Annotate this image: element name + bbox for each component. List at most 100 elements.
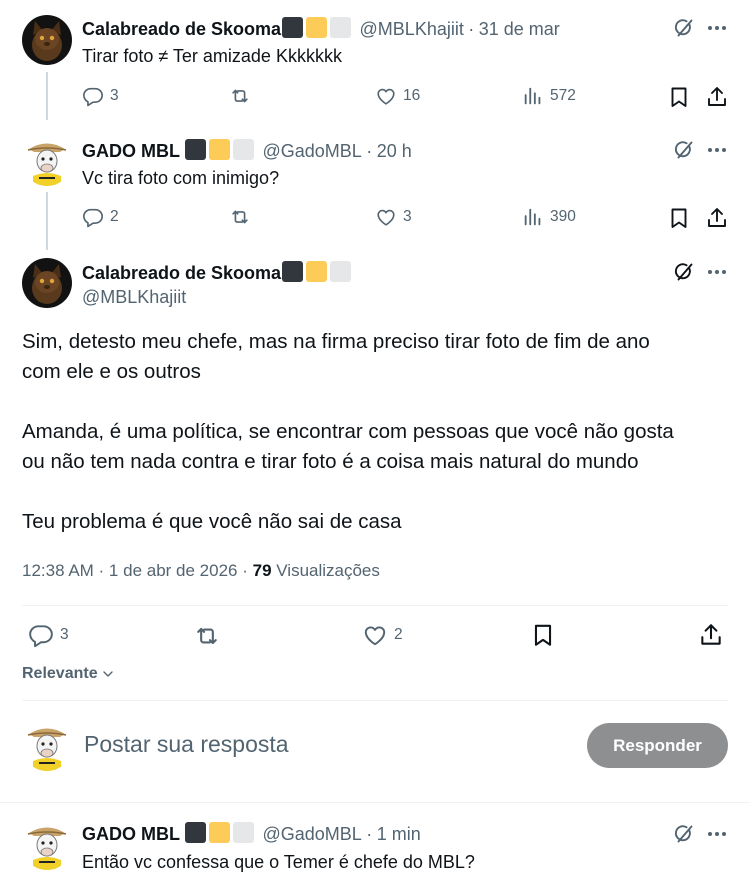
yellow-square-icon [306, 17, 328, 38]
separator: · [366, 141, 373, 161]
retweet-button[interactable] [229, 85, 251, 107]
bookmark-button[interactable] [529, 621, 557, 649]
heart-icon [362, 622, 388, 648]
retweet-icon [229, 206, 251, 228]
tweet-time[interactable]: 20 h [377, 141, 412, 161]
white-square-icon [330, 261, 352, 282]
reply-icon [82, 85, 104, 107]
like-button[interactable]: 2 [362, 622, 403, 648]
like-count: 2 [394, 626, 403, 643]
retweet-button[interactable] [193, 622, 221, 650]
author-name[interactable]: Calabreado de Skooma [82, 19, 281, 39]
grok-button[interactable] [671, 15, 697, 41]
reply-button[interactable]: 3 [28, 622, 69, 648]
flag-emojis [185, 139, 254, 160]
views-button[interactable]: 390 [522, 206, 576, 228]
more-icon [705, 822, 729, 846]
author-handle[interactable]: @GadoMBL [262, 141, 361, 161]
grok-button[interactable] [671, 137, 697, 163]
views-count: 79 [252, 561, 272, 580]
reply-icon [28, 622, 54, 648]
reply-button[interactable]: 2 [82, 206, 119, 228]
retweet-button[interactable] [229, 206, 251, 228]
like-button[interactable]: 3 [375, 206, 412, 228]
main-tweet-author: Calabreado de Skooma [82, 261, 355, 284]
more-icon [705, 138, 729, 162]
black-square-icon [185, 139, 206, 160]
reply-icon [82, 206, 104, 228]
grok-icon [672, 260, 696, 284]
bookmark-icon [667, 85, 691, 109]
timestamp[interactable]: 12:38 AM · 1 de abr de 2026 · [22, 561, 253, 580]
text-line: Teu problema é que você não sai de casa [22, 510, 402, 533]
more-icon [705, 260, 729, 284]
heart-icon [375, 85, 397, 107]
divider [22, 700, 728, 701]
share-icon [705, 206, 729, 230]
white-square-icon [233, 139, 254, 160]
tweet-time[interactable]: 1 min [377, 824, 421, 844]
avatar[interactable] [22, 15, 72, 65]
retweet-icon [193, 622, 221, 650]
views-count: 572 [550, 87, 576, 104]
grok-button[interactable] [671, 259, 697, 285]
black-square-icon [185, 822, 206, 843]
sort-label: Relevante [22, 665, 98, 682]
more-options-button[interactable] [704, 259, 730, 285]
thread-line [46, 192, 48, 250]
share-button[interactable] [697, 621, 725, 649]
views-count: 390 [550, 208, 576, 225]
author-name[interactable]: GADO MBL [82, 141, 180, 161]
reply-button[interactable]: 3 [82, 85, 119, 107]
share-button[interactable] [704, 84, 730, 110]
sort-dropdown[interactable]: Relevante [22, 665, 116, 683]
more-options-button[interactable] [704, 821, 730, 847]
like-count: 3 [403, 208, 412, 225]
divider [0, 802, 750, 803]
author-handle[interactable]: @GadoMBL [262, 824, 361, 844]
yellow-square-icon [209, 139, 230, 160]
author-name[interactable]: Calabreado de Skooma [82, 263, 281, 283]
avatar[interactable] [22, 820, 72, 870]
bookmark-button[interactable] [666, 205, 692, 231]
yellow-square-icon [209, 822, 230, 843]
main-tweet-text: Sim, detesto meu chefe, mas na firma pre… [22, 327, 732, 537]
reply-count: 2 [110, 208, 119, 225]
bookmark-icon [667, 206, 691, 230]
grok-icon [672, 138, 696, 162]
like-button[interactable]: 16 [375, 85, 420, 107]
reply-submit-button[interactable]: Responder [587, 723, 728, 768]
author-handle[interactable]: @MBLKhajiit [82, 287, 186, 308]
avatar[interactable] [22, 136, 72, 186]
white-square-icon [330, 17, 352, 38]
share-icon [705, 85, 729, 109]
more-options-button[interactable] [704, 137, 730, 163]
views-button[interactable]: 572 [522, 85, 576, 107]
separator: · [366, 824, 373, 844]
reply-input[interactable]: Postar sua resposta [84, 731, 289, 758]
grok-icon [672, 822, 696, 846]
more-options-button[interactable] [704, 15, 730, 41]
views-icon [522, 206, 544, 228]
bookmark-button[interactable] [666, 84, 692, 110]
share-button[interactable] [704, 205, 730, 231]
grok-button[interactable] [671, 821, 697, 847]
flag-emojis [185, 822, 254, 843]
flag-emojis [282, 17, 352, 38]
text-line: Sim, detesto meu chefe, mas na firma pre… [22, 330, 650, 353]
author-name[interactable]: GADO MBL [82, 824, 180, 844]
flag-emojis [282, 261, 352, 282]
text-line: Amanda, é uma política, se encontrar com… [22, 420, 674, 443]
tweet-time[interactable]: 31 de mar [479, 19, 560, 39]
avatar[interactable] [22, 258, 72, 308]
thread-line [46, 72, 48, 120]
reply-count: 3 [60, 626, 69, 643]
text-line: com ele e os outros [22, 360, 201, 383]
more-icon [705, 16, 729, 40]
author-handle[interactable]: @MBLKhajiit [360, 19, 464, 39]
views-label[interactable]: Visualizações [272, 561, 380, 580]
like-count: 16 [403, 87, 421, 104]
tweet-header: GADO MBL @GadoMBL · 1 min [82, 822, 421, 845]
tweet-meta: 12:38 AM · 1 de abr de 2026 · 79 Visuali… [22, 561, 380, 581]
heart-icon [375, 206, 397, 228]
